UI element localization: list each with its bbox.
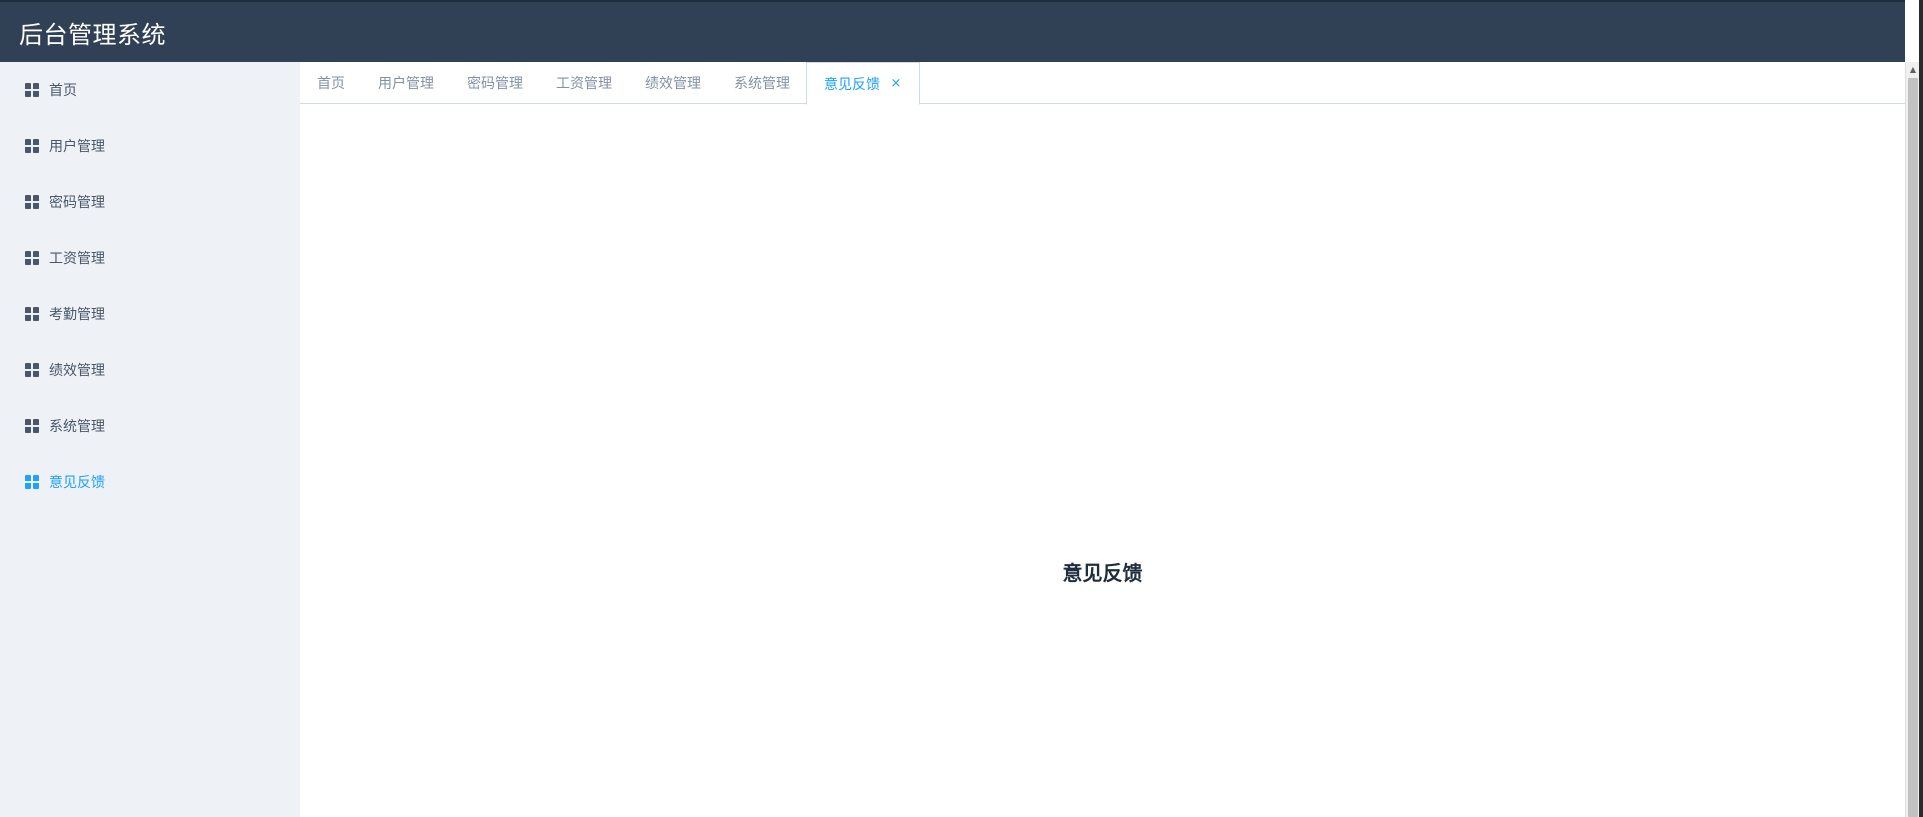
sidebar-item-label: 意见反馈 [49,475,105,491]
grid-icon [25,139,39,153]
window-edge [1919,0,1923,817]
sidebar-item-label: 首页 [49,83,77,99]
grid-icon [25,307,39,321]
scrollbar-thumb[interactable] [1908,78,1918,817]
sidebar-item-system[interactable]: 系统管理 [0,398,300,454]
app-title: 后台管理系统 [19,20,166,49]
sidebar-item-label: 密码管理 [49,195,105,211]
vertical-scrollbar[interactable]: ▲ [1905,62,1919,817]
sidebar-item-label: 考勤管理 [49,307,105,323]
tab-label: 系统管理 [734,76,790,92]
grid-icon [25,363,39,377]
tab-label: 工资管理 [556,76,612,92]
sidebar-item-attendance[interactable]: 考勤管理 [0,286,300,342]
sidebar-item-password[interactable]: 密码管理 [0,174,300,230]
grid-icon [25,195,39,209]
sidebar-item-home[interactable]: 首页 [0,62,300,118]
grid-icon [25,419,39,433]
grid-icon [25,83,39,97]
scroll-up-icon[interactable]: ▲ [1906,62,1920,76]
tab-label: 意见反馈 [824,76,880,93]
sidebar-item-performance[interactable]: 绩效管理 [0,342,300,398]
tab-feedback[interactable]: 意见反馈 × [806,62,920,105]
top-header: 后台管理系统 [0,0,1905,62]
main-content: 首页 用户管理 密码管理 工资管理 绩效管理 系统管理 意见反馈 × 意见反馈 [300,62,1905,817]
tab-label: 首页 [317,76,345,92]
sidebar-item-label: 用户管理 [49,139,105,155]
tab-home[interactable]: 首页 [300,62,361,104]
sidebar: 首页 用户管理 密码管理 工资管理 考勤管理 绩效管理 系统管理 意见反馈 [0,62,300,817]
grid-icon [25,251,39,265]
sidebar-item-label: 绩效管理 [49,363,105,379]
app-root: 后台管理系统 首页 用户管理 密码管理 工资管理 考勤管理 绩效管理 系统管理 … [0,0,1923,817]
page-title: 意见反馈 [1062,561,1143,585]
grid-icon [25,475,39,489]
tab-bar: 首页 用户管理 密码管理 工资管理 绩效管理 系统管理 意见反馈 × [300,62,1905,105]
sidebar-item-users[interactable]: 用户管理 [0,118,300,174]
tab-label: 用户管理 [378,76,434,92]
tab-salary[interactable]: 工资管理 [539,62,628,104]
sidebar-item-feedback[interactable]: 意见反馈 [0,454,300,510]
sidebar-item-label: 工资管理 [49,251,105,267]
tab-system[interactable]: 系统管理 [717,62,806,104]
sidebar-item-salary[interactable]: 工资管理 [0,230,300,286]
tab-users[interactable]: 用户管理 [361,62,450,104]
tab-label: 绩效管理 [645,76,701,92]
tab-password[interactable]: 密码管理 [450,62,539,104]
sidebar-item-label: 系统管理 [49,419,105,435]
close-icon[interactable]: × [889,76,903,91]
tab-performance[interactable]: 绩效管理 [628,62,717,104]
tab-label: 密码管理 [467,76,523,92]
